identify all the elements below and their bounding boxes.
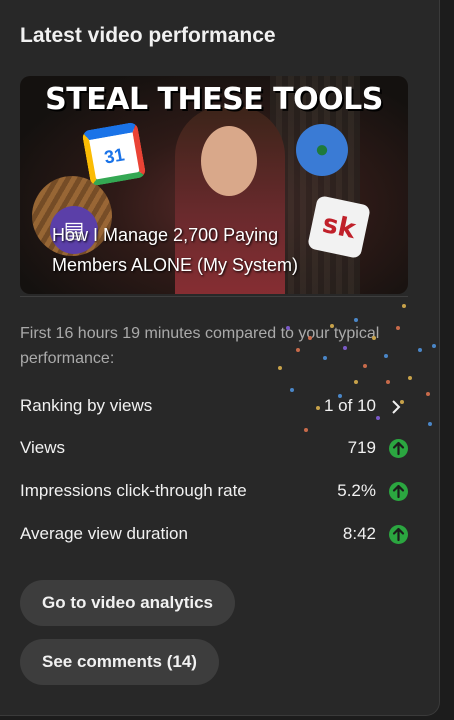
see-comments-button[interactable]: See comments (14) bbox=[20, 639, 219, 685]
metric-value: 719 bbox=[347, 438, 376, 457]
latest-video-performance-card: Latest video performance STEAL THESE TOO… bbox=[0, 0, 440, 716]
metric-label: Average view duration bbox=[20, 524, 188, 543]
metric-label: Impressions click-through rate bbox=[20, 481, 247, 500]
go-to-video-analytics-button[interactable]: Go to video analytics bbox=[20, 580, 235, 626]
metric-row-ctr: Impressions click-through rate 5.2% bbox=[20, 481, 408, 505]
metric-row-views: Views 719 bbox=[20, 438, 408, 462]
metric-row-avg-view-duration: Average view duration 8:42 bbox=[20, 524, 408, 548]
metric-value: 8:42 bbox=[342, 524, 376, 543]
metric-row-ranking[interactable]: Ranking by views 1 of 10 bbox=[20, 396, 408, 420]
metric-value: 5.2% bbox=[337, 481, 376, 500]
metric-label: Views bbox=[20, 438, 66, 457]
trend-up-icon bbox=[389, 439, 408, 458]
comparison-subtitle: First 16 hours 19 minutes compared to yo… bbox=[20, 325, 380, 367]
video-title: How I Manage 2,700 Paying Members ALONE … bbox=[52, 220, 342, 280]
google-calendar-icon: 31 bbox=[81, 121, 147, 187]
chevron-right-icon[interactable] bbox=[390, 398, 402, 416]
card-title: Latest video performance bbox=[20, 24, 276, 47]
divider bbox=[20, 296, 408, 297]
thumbnail-headline: STEAL THESE TOOLS bbox=[45, 82, 383, 117]
metric-value: 1 of 10 bbox=[324, 396, 376, 415]
thumbnail-presenter-face bbox=[201, 126, 257, 196]
metric-label: Ranking by views bbox=[20, 396, 153, 415]
trend-up-icon bbox=[389, 525, 408, 544]
trend-up-icon bbox=[389, 482, 408, 501]
video-thumbnail[interactable]: STEAL THESE TOOLS 31 ● ▤ sk How I Manage… bbox=[20, 76, 408, 294]
duck-app-icon: ● bbox=[296, 124, 348, 176]
video-title-line-2: Members ALONE (My System) bbox=[52, 255, 299, 275]
video-title-line-1: How I Manage 2,700 Paying bbox=[52, 225, 279, 245]
